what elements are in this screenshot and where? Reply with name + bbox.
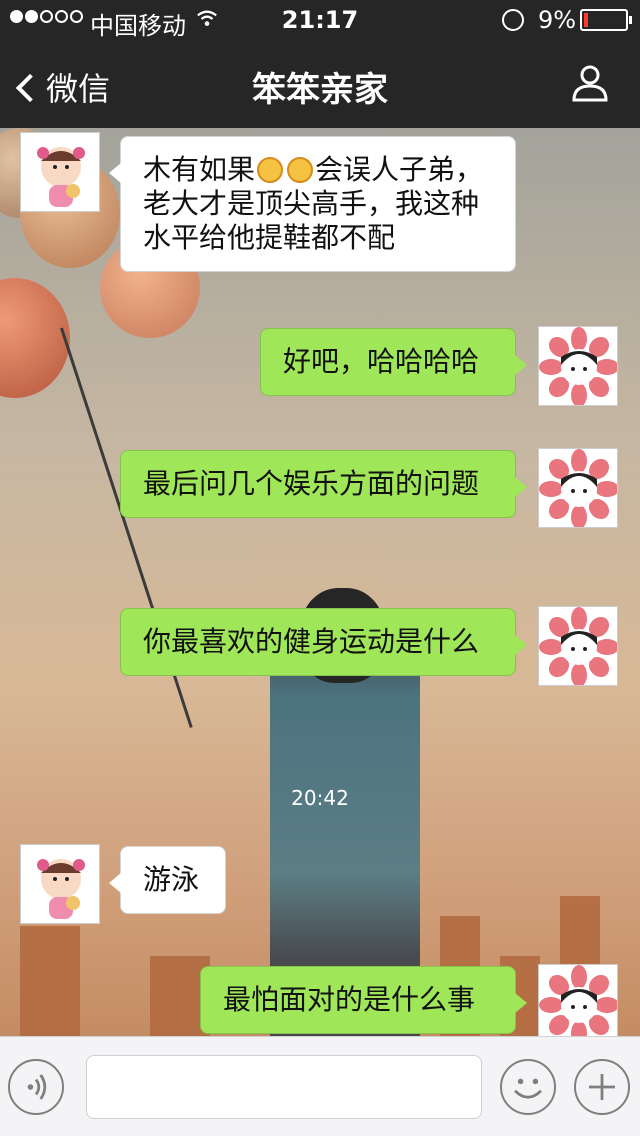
emoji-icon [257,157,284,183]
balloon-decoration [0,278,70,398]
message-text: 最后问几个娱乐方面的问题 [143,467,480,500]
chat-area[interactable]: 木有如果会误人子弟，老大才是顶尖高手，我这种水平给他提鞋都不配 好吧，哈哈哈哈 [0,128,640,1036]
message-bubble-sent[interactable]: 最后问几个娱乐方面的问题 [120,450,527,518]
top-bar: 中国移动 21:17 9% 微信 笨笨亲家 [0,0,640,128]
timestamp: 20:42 [291,786,349,810]
avatar[interactable] [538,606,618,686]
status-bar: 中国移动 21:17 9% [0,0,640,40]
input-bar [0,1036,640,1136]
avatar[interactable] [20,844,100,924]
message-bubble-received[interactable]: 游泳 [109,846,226,914]
rotation-lock-icon [502,9,524,31]
avatar-image [37,147,85,207]
message-text: 你最喜欢的健身运动是什么 [143,625,480,658]
message-text: 木有如果 [143,153,256,186]
emoji-icon [287,157,314,183]
avatar[interactable] [538,326,618,406]
plus-icon[interactable] [574,1059,630,1115]
avatar-image [539,965,617,1036]
message-text: 最怕面对的是什么事 [223,983,476,1016]
battery-cap [629,16,632,24]
message-text: 游泳 [143,863,200,896]
battery-icon [580,9,632,31]
avatar-image [539,449,617,527]
person-icon[interactable] [570,62,610,102]
battery-percent: 9% [538,6,577,34]
nav-bar: 微信 笨笨亲家 [0,40,640,128]
avatar[interactable] [538,964,618,1036]
message-input[interactable] [86,1055,482,1119]
message-bubble-received[interactable]: 木有如果 会误人子弟，老大才是顶尖高手，我这种水平给他提鞋都不配 [109,136,516,272]
avatar-image [539,327,617,405]
building-decoration [20,926,80,1036]
avatar[interactable] [20,132,100,212]
avatar-image [539,607,617,685]
battery-fill [584,13,588,27]
chat-title: 笨笨亲家 [252,70,388,110]
message-bubble-sent[interactable]: 你最喜欢的健身运动是什么 [120,608,527,676]
message-text: 好吧，哈哈哈哈 [283,345,480,378]
avatar-image [37,859,85,919]
voice-icon[interactable] [8,1059,64,1115]
message-bubble-sent[interactable]: 好吧，哈哈哈哈 [260,328,527,396]
smiley-icon[interactable] [500,1059,556,1115]
avatar[interactable] [538,448,618,528]
message-bubble-sent[interactable]: 最怕面对的是什么事 [200,966,527,1034]
